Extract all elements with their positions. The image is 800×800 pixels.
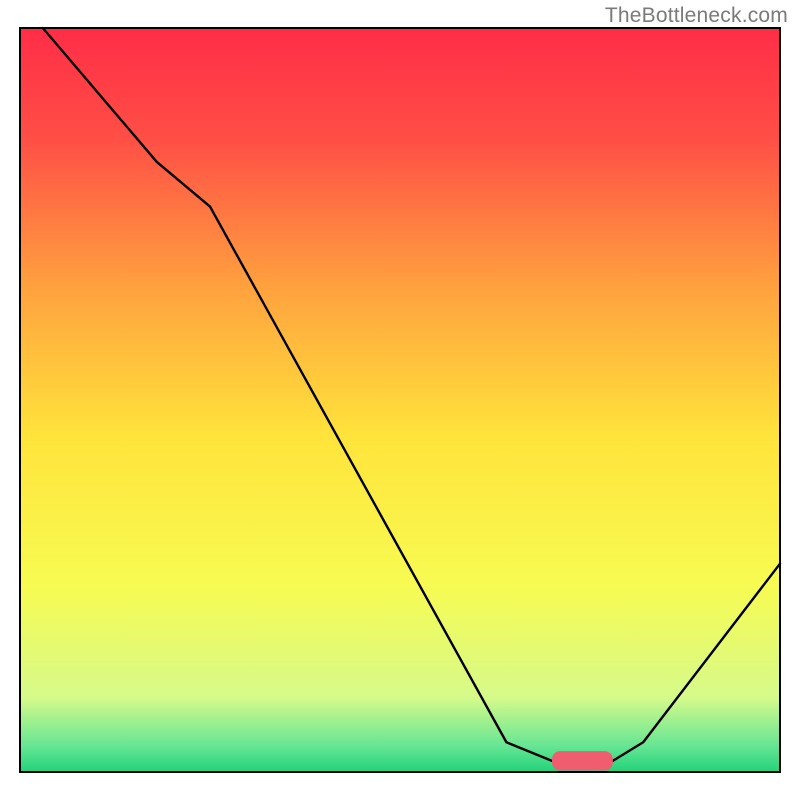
chart-container: TheBottleneck.com bbox=[0, 0, 800, 800]
gradient-background bbox=[20, 28, 780, 772]
chart-svg bbox=[0, 0, 800, 800]
watermark-text: TheBottleneck.com bbox=[605, 4, 788, 28]
plot-area bbox=[20, 28, 780, 772]
optimal-range-marker bbox=[552, 751, 613, 770]
